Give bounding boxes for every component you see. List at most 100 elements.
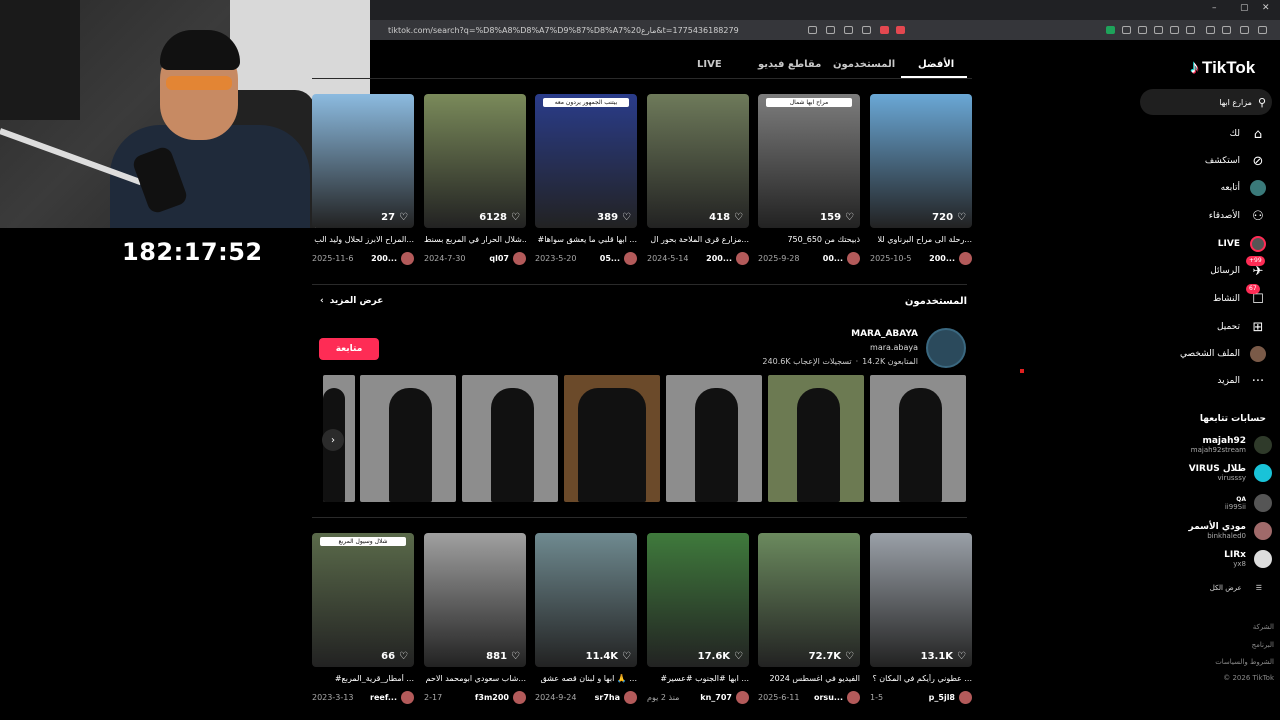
avatar [401,691,414,704]
user-video-thumb[interactable] [666,375,762,502]
nav-more[interactable]: المزيد ··· [1217,371,1266,391]
follow-button[interactable]: متابعة [319,338,379,360]
video-card[interactable]: 6128 ♡ [424,94,526,228]
video-author[interactable]: sr7ha [595,691,637,704]
user-video-thumb[interactable] [564,375,660,502]
video-author[interactable]: orsu... [814,691,860,704]
video-date: 2025-6-11 [758,693,800,702]
user-video-thumb[interactable] [360,375,456,502]
video-author[interactable]: ql07 [489,252,526,265]
video-author[interactable]: 200... [706,252,749,265]
nav-upload[interactable]: تحميل ⊞ [1217,317,1266,337]
video-description[interactable]: ابها و لبنان قصه عشق 🙏 ... [535,674,637,683]
video-description[interactable]: #ابها قلبي ما يعشق سواها ... [535,235,637,244]
avatar [847,252,860,265]
see-all-button[interactable]: عرض الكل ☰ [1210,584,1262,592]
video-card[interactable]: مراح ابها شمال 159 ♡ [758,94,860,228]
see-more-link[interactable]: ‹ عرض المزيد [320,296,383,306]
nav-following[interactable]: أتابعه [1221,178,1266,198]
extensions-puzzle-icon[interactable] [1186,26,1195,34]
video-author[interactable]: reef... [370,691,414,704]
video-description[interactable]: المراح الابرز لحلال وليد الب... [312,235,414,244]
video-author[interactable]: f3m200 [475,691,526,704]
screenshot-icon[interactable] [808,26,817,34]
video-description[interactable]: رحلة الى مراح البرناوي للا... [870,235,972,244]
footer-link[interactable]: البرنامج [1252,641,1274,649]
url-text[interactable]: tiktok.com/search?q=%D8%A8%D8%A7%D9%87%D… [388,26,739,35]
user-video-thumb[interactable] [462,375,558,502]
search-input[interactable] [1151,97,1252,107]
tab-top[interactable]: الأفضل [918,59,954,70]
user-video-thumb[interactable] [768,375,864,502]
minimize-button[interactable]: – [1212,3,1217,13]
search-box[interactable]: ⚲ [1140,89,1272,115]
video-description[interactable]: الفيديو في اغسطس 2024 [758,674,860,683]
search-icon[interactable]: ⚲ [1258,96,1266,109]
following-account[interactable]: QA ii99Sii [1225,494,1272,512]
following-account[interactable]: LIRx yx8 [1224,550,1272,568]
close-window-button[interactable]: ✕ [1262,3,1270,13]
extension-icon[interactable] [1154,26,1163,34]
menu-icon[interactable] [1258,26,1267,34]
video-description[interactable]: ذبيحتك من 650_750 [758,235,860,244]
sidebar-toggle-icon[interactable] [1206,26,1215,34]
extension-icon[interactable] [1122,26,1131,34]
video-description[interactable]: #ابها #الجنوب #عسير ... [647,674,749,683]
video-card[interactable]: 17.6K ♡ [647,533,749,667]
zoom-icon[interactable] [844,26,853,34]
nav-profile[interactable]: الملف الشخصي [1180,344,1266,364]
extension-icon[interactable] [1138,26,1147,34]
share-icon[interactable] [862,26,871,34]
video-card[interactable]: 881 ♡ [424,533,526,667]
heart-icon: ♡ [957,212,966,223]
video-author[interactable]: 200... [371,252,414,265]
maximize-button[interactable]: ▢ [1240,3,1249,13]
video-author[interactable]: p_5jl8 [929,691,972,704]
video-card[interactable]: 13.1K ♡ [870,533,972,667]
brave-shield-icon[interactable] [880,26,889,34]
video-card[interactable]: بيتنب الجمهور يردون معه 389 ♡ [535,94,637,228]
nav-live[interactable]: LIVE [1218,234,1266,254]
nav-explore[interactable]: استكشف ⊘ [1205,151,1266,171]
following-account[interactable]: VIRUS طلال virusssy [1189,464,1272,482]
following-account[interactable]: majah92 majah92stream [1191,436,1272,454]
wallet-icon[interactable] [1222,26,1231,34]
footer-link[interactable]: الشركة [1253,623,1274,631]
extension-icon[interactable] [1170,26,1179,34]
tiktok-logo[interactable]: ♪ TikTok [1190,57,1255,78]
user-name[interactable]: MARA_ABAYA [851,329,918,339]
following-account[interactable]: مودي الأسمر binkhaled0 [1189,522,1272,540]
video-card[interactable]: 72.7K ♡ [758,533,860,667]
video-description[interactable]: شاب سعودي ابومحمد الاحم... [424,674,526,683]
nav-friends[interactable]: الأصدقاء ⚇ [1209,206,1266,226]
video-author[interactable]: 00... [823,252,860,265]
nav-activity[interactable]: النشاط ☐ 67 [1213,284,1266,309]
cast-icon[interactable] [826,26,835,34]
video-card[interactable]: 11.4K ♡ [535,533,637,667]
video-author[interactable]: 200... [929,252,972,265]
video-description[interactable]: #أمطار_قرية_المربع ... [312,674,414,683]
profile-icon[interactable] [1240,26,1249,34]
video-card[interactable]: 720 ♡ [870,94,972,228]
rewards-icon[interactable] [896,26,905,34]
video-meta: 2023-5-20 05... [535,252,637,265]
nav-messages[interactable]: الرسائل ✈ +99 [1210,256,1266,281]
footer-link[interactable]: الشروط والسياسات [1215,658,1274,666]
tab-users[interactable]: المستخدمون [833,59,895,70]
chevron-right-icon[interactable]: › [322,429,344,451]
video-author[interactable]: kn_707 [700,691,749,704]
video-card[interactable]: شلال وسيول المربع 66 ♡ [312,533,414,667]
tab-videos[interactable]: مقاطع فيديو [758,59,821,70]
tiktok-note-icon: ♪ [1190,57,1199,77]
user-avatar[interactable] [926,328,966,368]
video-description[interactable]: عطوني رأيكم في المكان ؟ ... [870,674,972,683]
tab-live[interactable]: LIVE [697,59,722,70]
video-description[interactable]: شلال الحرار في المربع بسنط... [424,235,526,244]
video-description[interactable]: مزارع قرى الملاحة بحور ال... [647,235,749,244]
video-card[interactable]: 27 ♡ [312,94,414,228]
video-author[interactable]: 05... [600,252,637,265]
nav-for-you[interactable]: لك ⌂ [1230,124,1266,144]
extension-green-icon[interactable] [1106,26,1115,34]
video-card[interactable]: 418 ♡ [647,94,749,228]
user-video-thumb[interactable] [870,375,966,502]
